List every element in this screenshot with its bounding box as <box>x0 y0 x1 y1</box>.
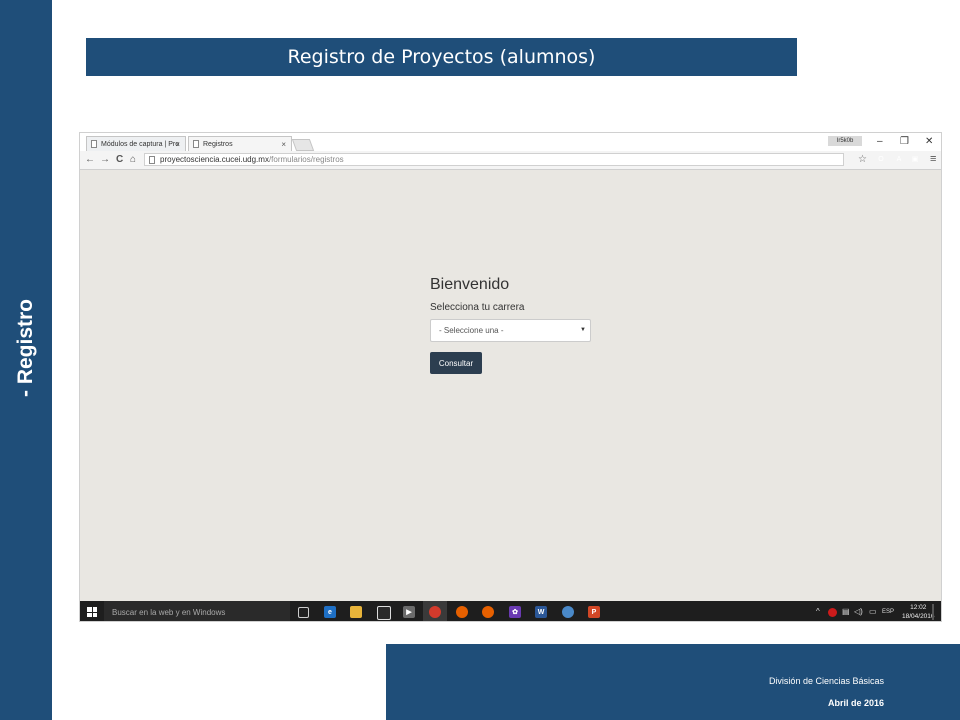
tab-label: Registros <box>203 140 233 148</box>
task-view-icon[interactable] <box>298 607 309 618</box>
maximize-icon[interactable]: ❐ <box>900 136 909 147</box>
close-icon[interactable]: × <box>281 140 286 149</box>
media-player-icon[interactable]: ▶ <box>403 606 415 618</box>
tab-strip: Módulos de captura | Pro × Registros × I… <box>80 133 941 152</box>
tab-modulos[interactable]: Módulos de captura | Pro × <box>86 136 186 151</box>
show-desktop-button[interactable] <box>932 604 934 620</box>
page-content: Bienvenido Selecciona tu carrera - Selec… <box>80 170 941 601</box>
minimize-icon[interactable]: – <box>877 136 883 147</box>
running-indicator <box>587 621 605 622</box>
pdf-icon[interactable]: A <box>894 154 904 164</box>
profile-badge[interactable]: Ir5k0b <box>828 136 862 146</box>
url-path: /formularios/registros <box>268 155 344 164</box>
tray-app-icon[interactable] <box>828 608 837 617</box>
windows-taskbar: Buscar en la web y en Windows e ▶ ✿ W P … <box>80 601 941 622</box>
paint-icon[interactable] <box>562 606 574 618</box>
page-icon <box>91 140 97 148</box>
running-indicator <box>481 621 499 622</box>
page-icon <box>193 140 199 148</box>
tray-chevron-icon[interactable]: ^ <box>816 607 820 616</box>
back-icon[interactable]: ← <box>85 154 95 165</box>
slide-title: Registro de Proyectos (alumnos) <box>86 38 797 76</box>
slide-title-text: Registro de Proyectos (alumnos) <box>287 46 596 68</box>
url-host: proyectosciencia.cucei.udg.mx <box>160 155 269 164</box>
firefox-dev-icon[interactable] <box>482 606 494 618</box>
running-indicator <box>561 621 579 622</box>
running-indicator <box>534 621 552 622</box>
powerpoint-icon[interactable]: P <box>588 606 600 618</box>
close-icon[interactable]: × <box>175 140 180 149</box>
notification-icon[interactable]: ▭ <box>869 607 877 616</box>
footer-box: División de Ciencias Básicas Abril de 20… <box>386 644 960 720</box>
running-indicator <box>508 621 526 622</box>
chevron-down-icon: ▼ <box>580 327 586 333</box>
menu-icon[interactable]: ≡ <box>930 153 936 165</box>
browser-screenshot: Módulos de captura | Pro × Registros × I… <box>79 132 942 622</box>
store-icon[interactable] <box>377 606 391 620</box>
firefox-icon[interactable] <box>456 606 468 618</box>
clock-time: 12:02 <box>910 604 927 611</box>
network-icon[interactable]: ▤ <box>842 607 850 616</box>
forward-icon[interactable]: → <box>100 154 110 165</box>
extension-icon[interactable]: ▣ <box>910 154 920 164</box>
page-icon <box>149 155 155 164</box>
settings-app-icon[interactable]: ✿ <box>509 606 521 618</box>
career-select[interactable]: - Seleccione una - ▼ <box>430 319 591 342</box>
volume-icon[interactable]: ◁) <box>854 607 863 616</box>
career-select-value: - Seleccione una - <box>439 326 504 335</box>
file-explorer-icon[interactable] <box>350 606 362 618</box>
bookmark-star-icon[interactable]: ☆ <box>858 154 867 165</box>
taskbar-search-input[interactable]: Buscar en la web y en Windows <box>104 601 290 621</box>
home-icon[interactable]: ⌂ <box>130 154 136 165</box>
side-bar: - Registro <box>0 0 52 720</box>
page-heading: Bienvenido <box>430 276 510 293</box>
reload-icon[interactable]: C <box>116 154 123 165</box>
tab-registros[interactable]: Registros × <box>188 136 292 151</box>
footer-date: Abril de 2016 <box>827 698 884 708</box>
taskbar-clock[interactable]: 12:02 18/04/2016 <box>902 603 935 621</box>
close-window-icon[interactable]: ✕ <box>925 136 933 147</box>
opera-icon[interactable]: O <box>876 154 886 164</box>
language-indicator[interactable]: ESP <box>882 609 894 615</box>
clock-date: 18/04/2016 <box>902 613 935 620</box>
consultar-button[interactable]: Consultar <box>430 352 482 374</box>
word-icon[interactable]: W <box>535 606 547 618</box>
footer-division: División de Ciencias Básicas <box>768 676 884 686</box>
url-input[interactable]: proyectosciencia.cucei.udg.mx/formulario… <box>144 153 844 166</box>
windows-start-icon[interactable] <box>87 607 97 617</box>
address-bar: ← → C ⌂ proyectosciencia.cucei.udg.mx/fo… <box>80 151 941 170</box>
new-tab-button[interactable] <box>291 139 315 151</box>
career-label: Selecciona tu carrera <box>430 302 525 313</box>
tab-label: Módulos de captura | Pro <box>101 140 180 148</box>
chrome-icon[interactable] <box>429 606 441 618</box>
side-label: - Registro <box>14 298 37 398</box>
edge-icon[interactable]: e <box>324 606 336 618</box>
